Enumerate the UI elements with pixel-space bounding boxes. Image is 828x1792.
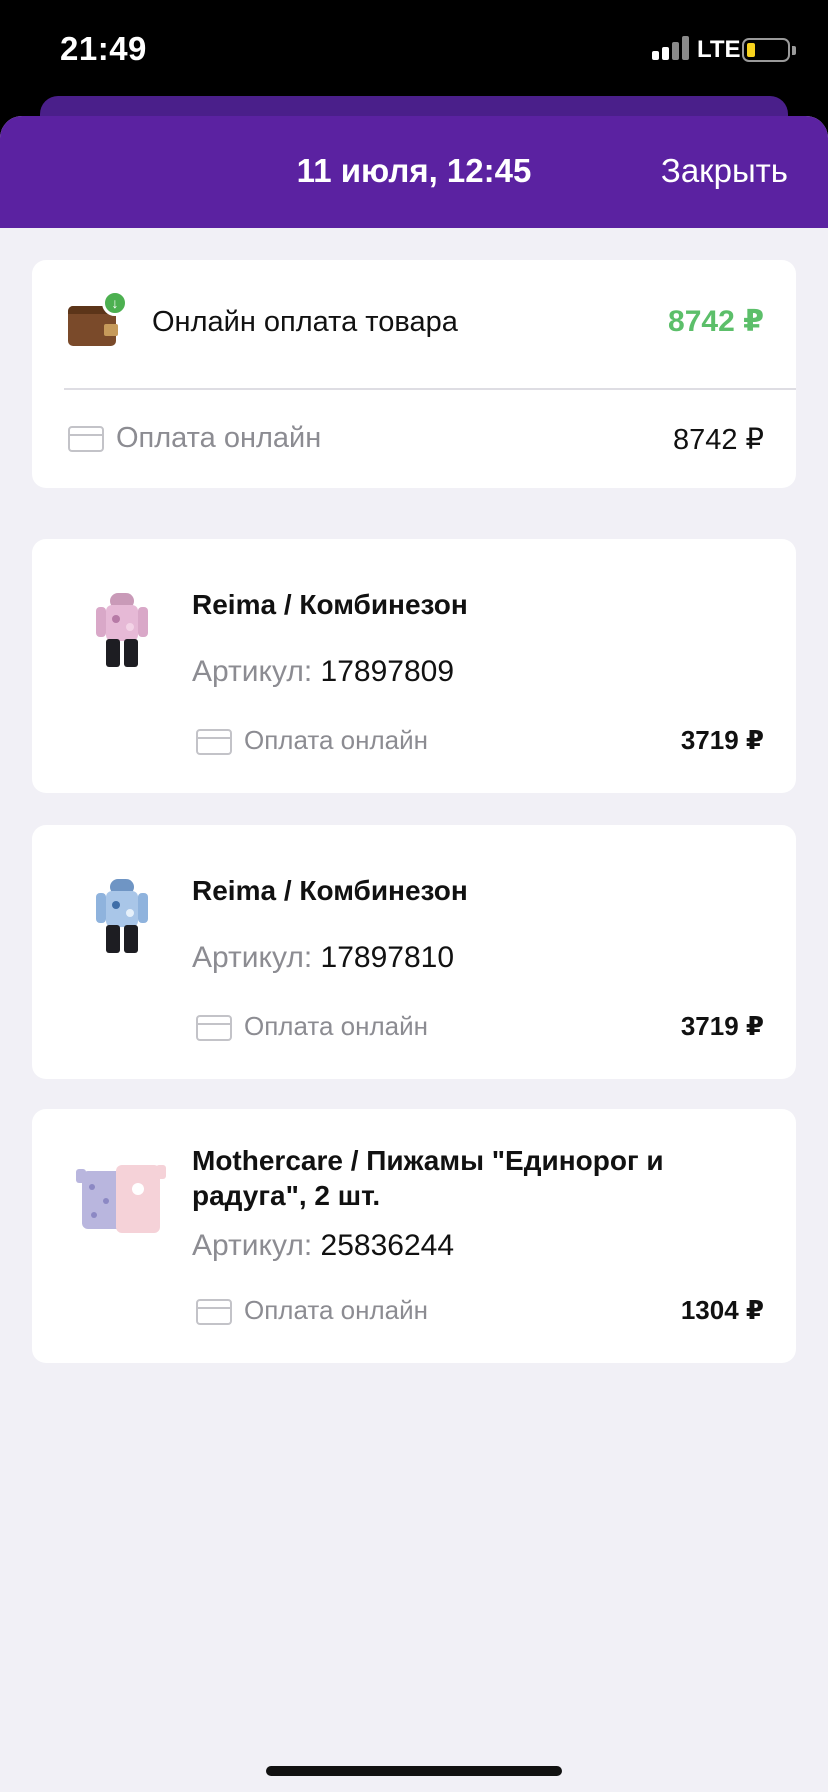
product-article: Артикул: 17897809 (192, 655, 455, 688)
payment-method-label: Оплата онлайн (244, 1011, 428, 1041)
battery-cap (792, 46, 796, 55)
product-name: Mothercare / Пижамы "Единорог и радуга",… (192, 1145, 664, 1211)
credit-card-icon (196, 1015, 232, 1041)
summary-total: 8742 ₽ (668, 305, 764, 338)
status-bar: 21:49 LTE (0, 0, 828, 100)
product-card[interactable]: Mothercare / Пижамы "Единорог и радуга",… (32, 1109, 796, 1363)
summary-title: Онлайн оплата товара (152, 306, 458, 338)
product-card[interactable]: Reima / Комбинезон Артикул: 17897809 Опл… (32, 539, 796, 793)
payment-method-label: Оплата онлайн (244, 1295, 428, 1325)
payment-summary-card: ↓ Онлайн оплата товара 8742 ₽ Оплата онл… (32, 260, 796, 488)
payment-amount: 8742 ₽ (672, 424, 764, 456)
network-label: LTE (697, 36, 741, 63)
credit-card-icon (68, 426, 104, 452)
order-sheet: 11 июля, 12:45 Закрыть ↓ Онлайн оплата т… (0, 116, 828, 1792)
payment-method-row: Оплата онлайн 8742 ₽ (32, 390, 796, 488)
product-article: Артикул: 17897810 (192, 941, 455, 974)
wallet-icon: ↓ (68, 290, 128, 346)
product-image (96, 593, 148, 667)
product-price: 3719 ₽ (680, 725, 764, 755)
credit-card-icon (196, 729, 232, 755)
product-price: 1304 ₽ (680, 1295, 764, 1325)
product-name: Reima / Комбинезон (192, 875, 468, 906)
screen: 21:49 LTE 11 июля, 12:45 Закрыть ↓ Онлай… (0, 0, 828, 1792)
product-price: 3719 ₽ (680, 1011, 764, 1041)
signal-icon (652, 36, 690, 60)
home-indicator[interactable] (266, 1766, 562, 1776)
product-image (96, 879, 148, 953)
product-card[interactable]: Reima / Комбинезон Артикул: 17897810 Опл… (32, 825, 796, 1079)
product-name: Reima / Комбинезон (192, 589, 468, 620)
payment-method-label: Оплата онлайн (116, 422, 322, 454)
product-article: Артикул: 25836244 (192, 1229, 455, 1262)
payment-method-label: Оплата онлайн (244, 725, 428, 755)
close-button[interactable]: Закрыть (661, 152, 788, 190)
product-image (76, 1165, 166, 1233)
download-arrow-icon: ↓ (102, 290, 128, 316)
status-time: 21:49 (60, 30, 147, 67)
summary-row: ↓ Онлайн оплата товара 8742 ₽ (32, 260, 796, 388)
credit-card-icon (196, 1299, 232, 1325)
sheet-header: 11 июля, 12:45 Закрыть (0, 116, 828, 228)
battery-icon (742, 38, 790, 62)
